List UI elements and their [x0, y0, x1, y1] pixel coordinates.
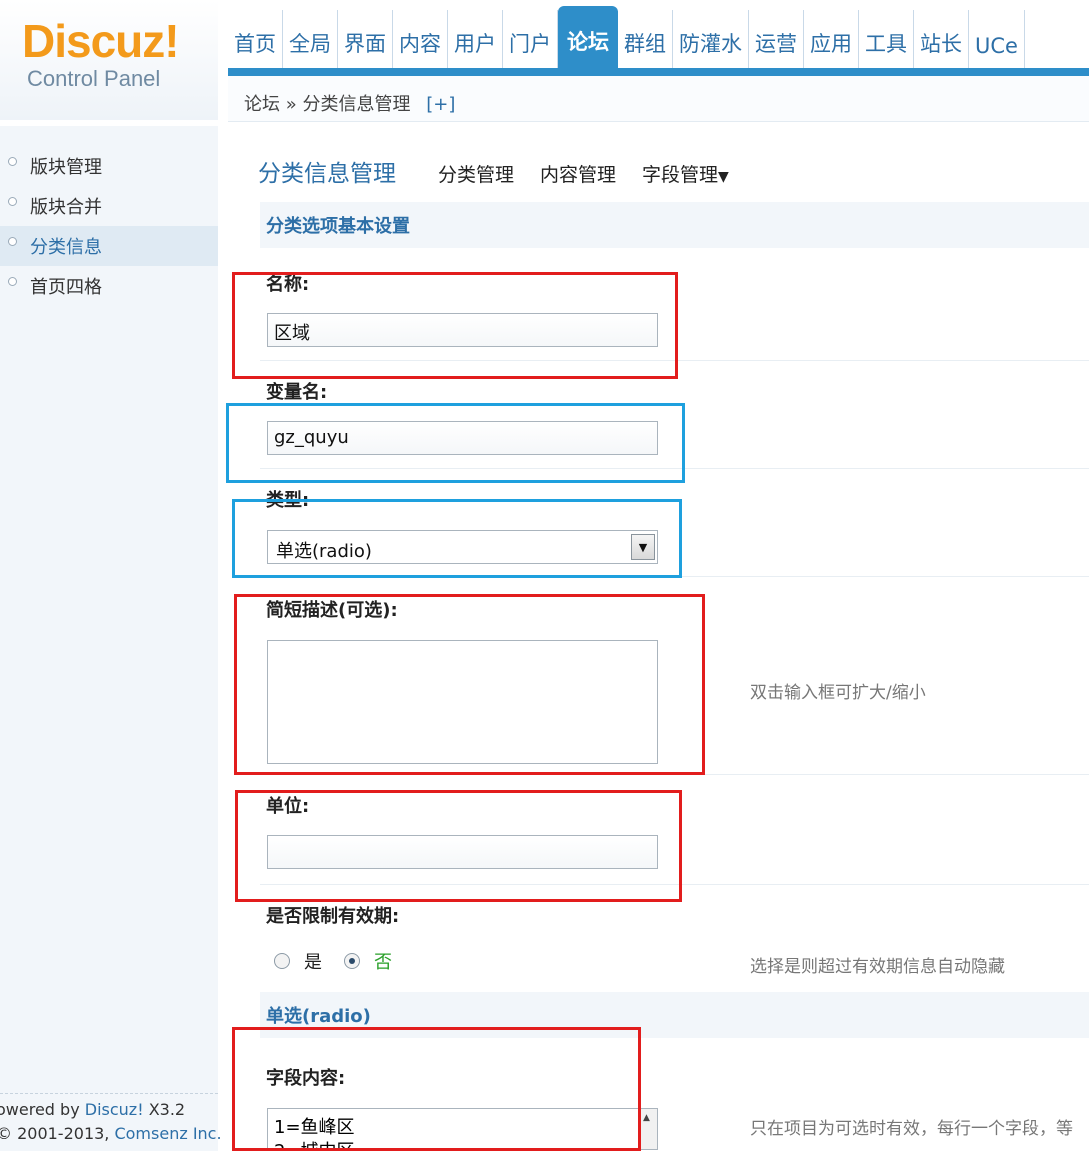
- expiry-hint: 选择是则超过有效期信息自动隐藏: [750, 957, 1005, 977]
- nav-item-10[interactable]: 应用: [804, 10, 859, 68]
- sidebar-item-1[interactable]: 版块合并: [0, 186, 218, 226]
- sidebar-item-0[interactable]: 版块管理: [0, 146, 218, 186]
- top-nav: 首页 全局 界面 内容 用户 门户 论坛 群组 防灌水 运营 应用 工具 站长 UCe: [228, 6, 1089, 76]
- expiry-label: 是否限制有效期:: [266, 906, 400, 927]
- breadcrumb: 论坛 » 分类信息管理 [+]: [228, 76, 1089, 122]
- layout-divider: [218, 0, 228, 1151]
- nav-item-1[interactable]: 全局: [283, 10, 338, 68]
- nav-item-11[interactable]: 工具: [859, 10, 914, 68]
- top-nav-bar: [228, 68, 1089, 76]
- highlight-box-blue: [226, 403, 685, 483]
- breadcrumb-root[interactable]: 论坛: [244, 94, 280, 115]
- sidebar-item-label: 版块合并: [30, 197, 102, 218]
- expiry-yes-radio[interactable]: [274, 953, 290, 969]
- bullet-icon: [8, 196, 17, 206]
- sidebar-footer: owered by Discuz! X3.2 © 2001-2013, Coms…: [0, 1093, 222, 1151]
- breadcrumb-add-button[interactable]: [+]: [426, 94, 455, 115]
- scroll-up-icon[interactable]: ▲: [643, 1113, 650, 1123]
- sidebar-item-label: 首页四格: [30, 277, 102, 298]
- sidebar-item-3[interactable]: 首页四格: [0, 266, 218, 306]
- highlight-box-blue: [232, 499, 682, 578]
- highlight-box-red: [234, 594, 705, 775]
- tab-content-manage[interactable]: 内容管理: [540, 160, 616, 187]
- bullet-icon: [8, 236, 17, 246]
- bullet-icon: [8, 156, 17, 166]
- sidebar-item-label: 版块管理: [30, 157, 102, 178]
- breadcrumb-separator: »: [285, 94, 297, 115]
- nav-item-5[interactable]: 门户: [503, 10, 558, 68]
- nav-item-13[interactable]: UCe: [969, 10, 1025, 68]
- nav-item-8[interactable]: 防灌水: [673, 10, 749, 68]
- page-title: 分类信息管理: [258, 161, 396, 187]
- nav-item-6[interactable]: 论坛: [558, 6, 618, 68]
- breadcrumb-current: 分类信息管理: [302, 94, 411, 115]
- comsenz-link[interactable]: Comsenz Inc.: [114, 1124, 221, 1143]
- variable-name-label: 变量名:: [266, 382, 328, 403]
- nav-item-12[interactable]: 站长: [914, 10, 969, 68]
- logo[interactable]: Discuz! Control Panel: [0, 0, 218, 120]
- expiry-radio-group: 是 否: [274, 948, 414, 974]
- sidebar-item-label: 分类信息: [30, 237, 102, 258]
- tab-field-manage-label: 字段管理: [642, 164, 719, 186]
- nav-item-9[interactable]: 运营: [749, 10, 804, 68]
- logo-text: Discuz!: [22, 15, 180, 67]
- section-basic-settings: 分类选项基本设置: [260, 202, 1089, 248]
- powered-by-text: owered by: [0, 1100, 85, 1119]
- highlight-box-red: [232, 272, 678, 379]
- highlight-box-red: [232, 1027, 641, 1151]
- version-text: X3.2: [143, 1100, 186, 1119]
- nav-item-4[interactable]: 用户: [448, 10, 503, 68]
- highlight-box-red: [235, 790, 682, 902]
- expiry-no-radio[interactable]: [344, 953, 360, 969]
- nav-item-2[interactable]: 界面: [338, 10, 393, 68]
- nav-item-7[interactable]: 群组: [618, 10, 673, 68]
- description-hint: 双击输入框可扩大/缩小: [750, 683, 926, 703]
- expiry-no-label[interactable]: 否: [374, 948, 392, 974]
- field-content-hint: 只在项目为可选时有效，每行一个字段，等: [750, 1119, 1073, 1139]
- top-nav-items: 首页 全局 界面 内容 用户 门户 论坛 群组 防灌水 运营 应用 工具 站长 UCe: [228, 6, 1025, 68]
- logo-subtitle: Control Panel: [27, 66, 161, 91]
- sidebar-items: 版块管理版块合并分类信息首页四格: [0, 146, 218, 306]
- scrollbar[interactable]: ▲: [639, 1109, 657, 1149]
- sidebar-item-2[interactable]: 分类信息: [0, 226, 218, 266]
- page-header: 分类信息管理 分类管理 内容管理 字段管理▼: [258, 154, 755, 188]
- expiry-yes-label[interactable]: 是: [304, 948, 322, 974]
- discuz-link[interactable]: Discuz!: [85, 1100, 144, 1119]
- tab-field-manage[interactable]: 字段管理▼: [642, 160, 729, 187]
- chevron-down-icon: ▼: [718, 169, 729, 185]
- nav-item-3[interactable]: 内容: [393, 10, 448, 68]
- copyright-text: © 2001-2013,: [0, 1124, 115, 1143]
- nav-item-0[interactable]: 首页: [228, 10, 283, 68]
- sidebar: 版块管理版块合并分类信息首页四格 owered by Discuz! X3.2 …: [0, 126, 222, 1151]
- tab-category-manage[interactable]: 分类管理: [438, 160, 514, 187]
- bullet-icon: [8, 276, 17, 286]
